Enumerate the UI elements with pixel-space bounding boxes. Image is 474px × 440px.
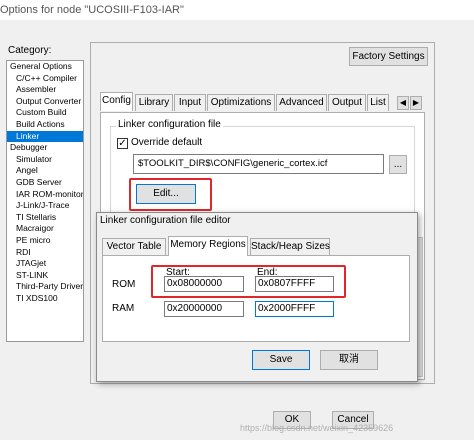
watermark: https://blog.csdn.net/weixin_42359626 bbox=[240, 423, 394, 433]
dialog-cancel-button[interactable]: 取消 bbox=[320, 350, 378, 370]
tab-memory-regions[interactable]: Memory Regions bbox=[168, 236, 248, 256]
category-item[interactable]: Macraigor bbox=[7, 223, 83, 235]
category-item[interactable]: GDB Server bbox=[7, 177, 83, 189]
category-item[interactable]: TI XDS100 bbox=[7, 293, 83, 305]
ram-end-field[interactable]: 0x2000FFFF bbox=[255, 301, 334, 317]
tab-stack-heap-sizes[interactable]: Stack/Heap Sizes bbox=[250, 238, 330, 255]
factory-settings-button[interactable]: Factory Settings bbox=[349, 47, 428, 66]
category-item[interactable]: C/C++ Compiler bbox=[7, 73, 83, 85]
rom-highlight-box bbox=[151, 265, 346, 298]
category-item[interactable]: Third-Party Driver bbox=[7, 281, 83, 293]
tab-optimizations[interactable]: Optimizations bbox=[207, 94, 275, 111]
tab-output[interactable]: Output bbox=[328, 94, 366, 111]
category-item[interactable]: Build Actions bbox=[7, 119, 83, 131]
window-title: Options for node "UCOSIII-F103-IAR" bbox=[0, 0, 474, 20]
ram-label: RAM bbox=[112, 303, 135, 314]
category-item[interactable]: JTAGjet bbox=[7, 258, 83, 270]
tab-input[interactable]: Input bbox=[174, 94, 206, 111]
tab-config[interactable]: Config bbox=[100, 92, 133, 111]
tab-advanced[interactable]: Advanced bbox=[276, 94, 327, 111]
override-default-checkbox[interactable]: ✓ bbox=[117, 138, 128, 149]
category-item[interactable]: Debugger bbox=[7, 142, 83, 154]
ram-start-field[interactable]: 0x20000000 bbox=[164, 301, 244, 317]
override-default-label: Override default bbox=[131, 137, 203, 148]
category-item[interactable]: Assembler bbox=[7, 84, 83, 96]
tab-scroll-left-icon[interactable]: ◀ bbox=[397, 96, 409, 110]
category-list[interactable]: General Options C/C++ Compiler Assembler Ou… bbox=[6, 60, 84, 342]
category-item[interactable]: IAR ROM-monitor bbox=[7, 189, 83, 201]
category-item[interactable]: Angel bbox=[7, 165, 83, 177]
config-file-path-field[interactable]: $TOOLKIT_DIR$\CONFIG\generic_cortex.icf bbox=[133, 154, 384, 174]
category-item[interactable]: Custom Build bbox=[7, 107, 83, 119]
category-item[interactable]: PE micro bbox=[7, 235, 83, 247]
edit-highlight-box bbox=[129, 178, 212, 211]
category-item[interactable]: RDI bbox=[7, 247, 83, 259]
category-item[interactable]: TI Stellaris bbox=[7, 212, 83, 224]
category-item[interactable]: General Options bbox=[7, 61, 83, 73]
save-button[interactable]: Save bbox=[252, 350, 310, 370]
rom-label: ROM bbox=[112, 279, 136, 290]
category-item[interactable]: Simulator bbox=[7, 154, 83, 166]
category-item[interactable]: Linker bbox=[7, 130, 83, 143]
dialog-title: Linker configuration file editor bbox=[100, 215, 231, 226]
category-label: Category: bbox=[8, 45, 52, 56]
linker-config-group-label: Linker configuration file bbox=[116, 119, 223, 130]
category-item[interactable]: Output Converter bbox=[7, 96, 83, 108]
category-item[interactable]: ST-LINK bbox=[7, 270, 83, 282]
category-item[interactable]: J-Link/J-Trace bbox=[7, 200, 83, 212]
tab-vector-table[interactable]: Vector Table bbox=[102, 238, 166, 255]
tab-list[interactable]: List bbox=[367, 94, 389, 111]
tab-scroll-right-icon[interactable]: ▶ bbox=[410, 96, 422, 110]
browse-button[interactable]: ... bbox=[389, 155, 407, 174]
tab-library[interactable]: Library bbox=[135, 94, 173, 111]
